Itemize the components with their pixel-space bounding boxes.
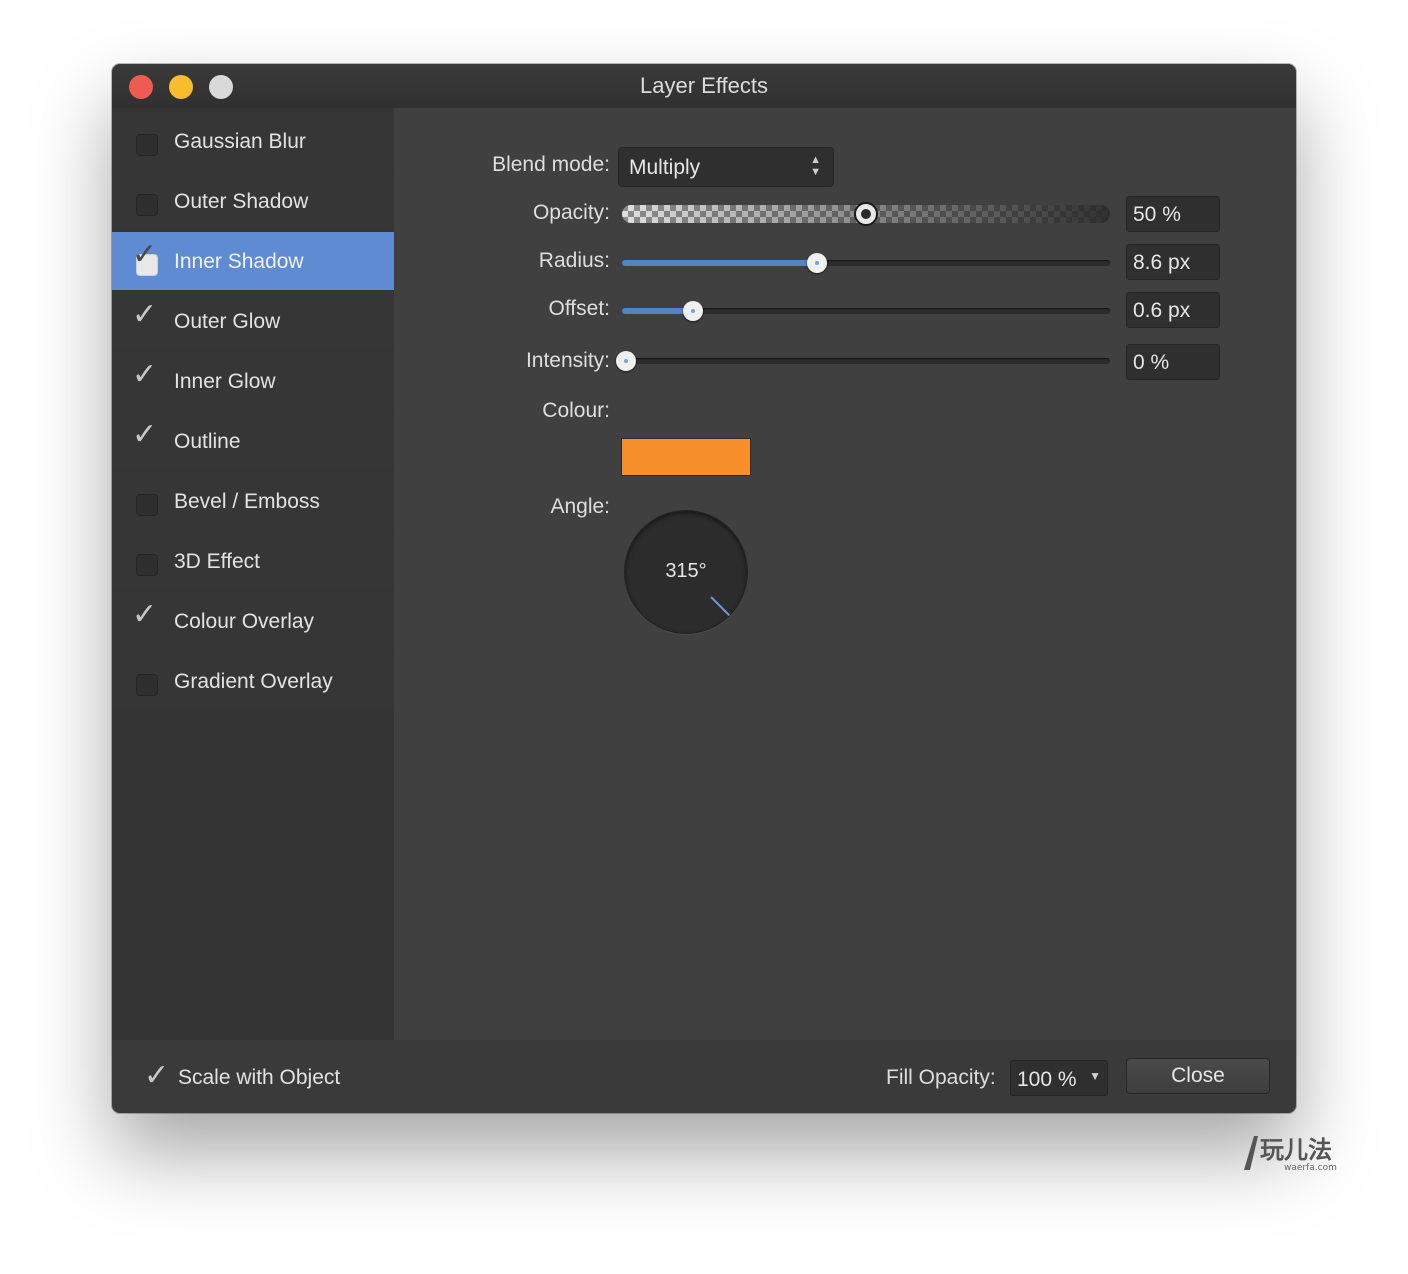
- fill-opacity-select[interactable]: 100 % ▼: [1010, 1060, 1108, 1096]
- radius-slider-fill: [622, 260, 818, 266]
- sidebar-item-label: Gaussian Blur: [174, 130, 306, 153]
- sidebar-item-gaussian-blur[interactable]: Gaussian Blur: [112, 112, 394, 170]
- watermark-logo: 玩儿法 waerfa.com: [1244, 1136, 1337, 1173]
- sidebar-item-label: Outer Shadow: [174, 190, 309, 213]
- footer-bar: ✓ Scale with Object Fill Opacity: 100 % …: [112, 1040, 1296, 1113]
- window-title: Layer Effects: [640, 73, 768, 98]
- svg-text:waerfa.com: waerfa.com: [1284, 1163, 1337, 1173]
- opacity-slider[interactable]: [622, 202, 1110, 226]
- checkbox[interactable]: [136, 674, 158, 696]
- fill-opacity-label: Fill Opacity:: [886, 1066, 996, 1089]
- chevron-down-icon: ▼: [1089, 1069, 1101, 1083]
- offset-label: Offset:: [548, 297, 610, 320]
- sidebar-item-outline[interactable]: ✓ Outline: [112, 412, 394, 470]
- checkmark-icon: ✓: [132, 238, 158, 271]
- sidebar-item-outer-glow[interactable]: ✓ Outer Glow: [112, 292, 394, 350]
- sidebar-item-label: Bevel / Emboss: [174, 490, 320, 513]
- sidebar-item-label: Inner Glow: [174, 370, 276, 393]
- layer-effects-window: Layer Effects Gaussian Blur Outer Shadow…: [112, 64, 1296, 1113]
- radius-field[interactable]: 8.6 px: [1126, 244, 1220, 280]
- radius-value: 8.6 px: [1133, 251, 1191, 274]
- effects-sidebar: Gaussian Blur Outer Shadow ✓ Inner Shado…: [112, 108, 394, 1040]
- sidebar-item-label: 3D Effect: [174, 550, 260, 573]
- angle-indicator: [710, 596, 731, 617]
- sidebar-item-inner-glow[interactable]: ✓ Inner Glow: [112, 352, 394, 410]
- radius-label: Radius:: [538, 249, 610, 272]
- sidebar-item-label: Gradient Overlay: [174, 670, 333, 693]
- offset-field[interactable]: 0.6 px: [1126, 292, 1220, 328]
- angle-dial[interactable]: 315°: [624, 510, 748, 634]
- sidebar-item-bevel-emboss[interactable]: Bevel / Emboss: [112, 472, 394, 530]
- sidebar-item-label: Colour Overlay: [174, 610, 315, 633]
- checkbox[interactable]: [136, 554, 158, 576]
- sidebar-item-gradient-overlay[interactable]: Gradient Overlay: [112, 652, 394, 710]
- opacity-slider-thumb[interactable]: [854, 202, 878, 226]
- angle-label: Angle:: [550, 495, 610, 518]
- intensity-slider[interactable]: [616, 351, 1110, 371]
- opacity-field[interactable]: 50 %: [1126, 196, 1220, 232]
- checkmark-icon[interactable]: ✓: [132, 300, 157, 330]
- intensity-slider-thumb[interactable]: [616, 351, 636, 371]
- opacity-value: 50 %: [1133, 203, 1181, 226]
- angle-value: 315°: [665, 560, 707, 582]
- radius-slider[interactable]: [622, 253, 1110, 273]
- close-button[interactable]: Close: [1126, 1058, 1270, 1094]
- intensity-field[interactable]: 0 %: [1126, 344, 1220, 380]
- svg-text:玩儿法: 玩儿法: [1260, 1136, 1332, 1164]
- sidebar-item-label: Outer Glow: [174, 310, 281, 333]
- intensity-value: 0 %: [1133, 351, 1170, 374]
- updown-chevron-icon: ▲ ▼: [810, 154, 821, 178]
- checkmark-icon[interactable]: ✓: [132, 420, 157, 450]
- colour-swatch[interactable]: [621, 438, 751, 476]
- sidebar-item-label: Inner Shadow: [174, 250, 304, 273]
- checkbox[interactable]: [136, 494, 158, 516]
- blend-mode-select[interactable]: Multiply ▲ ▼: [618, 147, 834, 187]
- offset-value: 0.6 px: [1133, 299, 1191, 322]
- titlebar: Layer Effects: [112, 64, 1296, 108]
- offset-slider-thumb[interactable]: [682, 301, 703, 321]
- colour-label: Colour:: [542, 399, 610, 422]
- checkmark-icon[interactable]: ✓: [132, 360, 157, 390]
- radius-slider-thumb[interactable]: [807, 253, 828, 273]
- sidebar-item-inner-shadow[interactable]: ✓ Inner Shadow: [112, 232, 394, 290]
- sidebar-item-outer-shadow[interactable]: Outer Shadow: [112, 172, 394, 230]
- fill-opacity-value: 100 %: [1017, 1068, 1077, 1091]
- sidebar-item-3d-effect[interactable]: 3D Effect: [112, 532, 394, 590]
- intensity-label: Intensity:: [525, 349, 610, 372]
- checkbox[interactable]: [136, 194, 158, 216]
- offset-slider[interactable]: [622, 301, 1110, 321]
- scale-with-object-label: Scale with Object: [178, 1066, 341, 1089]
- effect-settings-panel: Blend mode: Multiply ▲ ▼ Opacity: 50 % Ra…: [394, 108, 1296, 1040]
- checkmark-icon[interactable]: ✓: [144, 1061, 169, 1091]
- blend-mode-value: Multiply: [629, 156, 701, 179]
- sidebar-item-label: Outline: [174, 430, 241, 453]
- sidebar-item-colour-overlay[interactable]: ✓ Colour Overlay: [112, 592, 394, 650]
- opacity-label: Opacity:: [532, 201, 610, 224]
- checkbox[interactable]: [136, 134, 158, 156]
- blend-mode-label: Blend mode:: [492, 153, 610, 176]
- checkmark-icon[interactable]: ✓: [132, 600, 157, 630]
